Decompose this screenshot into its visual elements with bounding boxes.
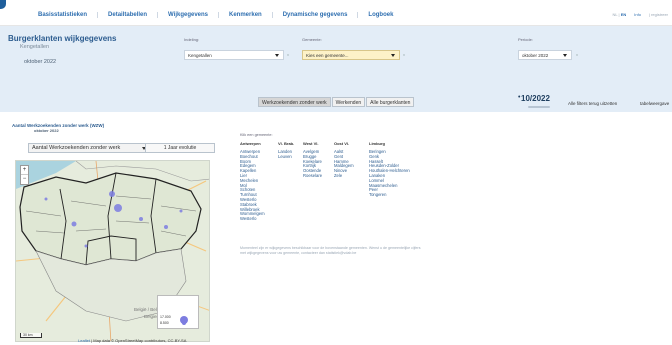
availability-note: Momenteel zijn er wijkgegevens beschikba…: [240, 246, 421, 255]
map[interactable]: België / Belgique / Belgien + − 17.000 8…: [15, 160, 210, 342]
legend-value-high: 17.000: [160, 315, 171, 319]
map-scale: 30 km: [20, 333, 42, 338]
target-group-tabs: Werkzoekenden zonder werk Werkenden Alle…: [258, 97, 415, 107]
lang-nl[interactable]: NL: [612, 12, 617, 17]
map-bubble[interactable]: [44, 197, 48, 201]
province-vlaams-brabant: Vl. Brab. Landen Leuven: [278, 141, 294, 160]
nav-dynamische-gegevens[interactable]: Dynamische gegevens: [273, 12, 359, 18]
province-limburg: Limburg Beringen Genk Hasselt Heusden-Zo…: [369, 141, 410, 198]
page-title: Burgerklanten wijkgegevens: [8, 34, 117, 43]
tab-werkenden[interactable]: Werkenden: [331, 97, 366, 107]
top-navigation: Basisstatistieken Detailtabellen Wijkgeg…: [0, 0, 672, 26]
indeling-value: Kengetallen: [188, 53, 212, 58]
province-heading: Antwerpen: [240, 141, 261, 146]
province-heading: Oost Vl.: [334, 141, 350, 146]
chevron-down-icon: [563, 54, 567, 57]
page-subtitle: Kengetallen: [20, 44, 50, 50]
province-west-vlaanderen: West Vl. Avelgem Brugge Koekelare Kortri…: [303, 141, 322, 179]
tab-alle-burgerklanten[interactable]: Alle burgerklanten: [366, 97, 415, 107]
period-slider[interactable]: [528, 106, 550, 108]
municipality-link[interactable]: Westerlo: [240, 216, 265, 222]
periode-clear-icon[interactable]: x: [576, 52, 578, 57]
municipality-link[interactable]: Roeselare: [303, 173, 322, 179]
filter-panel: Burgerklanten wijkgegevens Kengetallen o…: [0, 26, 672, 112]
province-antwerpen: Antwerpen Antwerpen Boechout Boom Edegem…: [240, 141, 265, 222]
municipality-link[interactable]: Tongeren: [369, 192, 410, 198]
reset-filters-link[interactable]: Alle filters terug uitzetten: [568, 101, 617, 106]
legend-value-low: 8.500: [160, 321, 169, 325]
indeling-select[interactable]: Kengetallen: [184, 50, 284, 60]
selected-period: 10/2022: [521, 94, 550, 103]
table-view-link[interactable]: tabelweergave: [640, 101, 669, 106]
map-attribution: Leaflet | Map data © OpenStreetMap contr…: [78, 338, 186, 343]
map-bubble[interactable]: [179, 209, 183, 213]
municipality-prompt: Klik een gemeente:: [240, 133, 273, 137]
main-menu: Basisstatistieken Detailtabellen Wijkgeg…: [28, 12, 403, 18]
zoom-in-button[interactable]: +: [21, 166, 28, 175]
map-bubble[interactable]: [71, 221, 77, 227]
nav-basisstatistieken[interactable]: Basisstatistieken: [28, 12, 99, 18]
language-switch: NL | EN: [612, 12, 626, 17]
nav-detailtabellen[interactable]: Detailtabellen: [98, 12, 159, 18]
indeling-clear-icon[interactable]: x: [287, 52, 289, 57]
lang-separator: |: [618, 12, 620, 17]
periode-select[interactable]: oktober 2022: [518, 50, 572, 60]
leaflet-link[interactable]: Leaflet: [78, 338, 90, 343]
zoom-out-button[interactable]: −: [21, 175, 28, 184]
province-heading: Limburg: [369, 141, 385, 146]
gemeente-label: Gemeente:: [302, 37, 322, 42]
map-bubble[interactable]: [114, 204, 122, 212]
gemeente-value: Kies een gemeente...: [306, 53, 349, 58]
tab-werkzoekenden[interactable]: Werkzoekenden zonder werk: [258, 97, 331, 107]
evolution-button[interactable]: 1 Jaar evolutie: [145, 143, 215, 153]
indeling-label: Indeling:: [184, 37, 200, 42]
map-bubble[interactable]: [84, 244, 88, 248]
province-heading: Vl. Brab.: [278, 141, 295, 146]
province-heading: West Vl.: [303, 141, 319, 146]
map-legend: 17.000 8.500: [157, 295, 199, 329]
indicator-value: Aantal Werkzoekenden zonder werk: [32, 145, 121, 151]
zoom-control: + −: [20, 165, 29, 185]
periode-label: Periode:: [518, 37, 533, 42]
indicator-select[interactable]: Aantal Werkzoekenden zonder werk: [28, 143, 150, 153]
map-date: oktober 2022: [34, 128, 59, 133]
gemeente-select[interactable]: Kies een gemeente...: [302, 50, 400, 60]
legend-circle-small: [182, 321, 186, 325]
chevron-down-icon: [391, 54, 395, 57]
chevron-down-icon: [275, 54, 279, 57]
map-bubble[interactable]: [109, 191, 115, 197]
attribution-text: | Map data © OpenStreetMap contributors,…: [91, 338, 187, 343]
gemeente-clear-icon[interactable]: x: [403, 52, 405, 57]
nav-logboek[interactable]: Logboek: [358, 12, 403, 18]
info-link[interactable]: Info: [634, 12, 641, 17]
top-right-links: NL | EN Info | registreer: [612, 12, 668, 17]
nav-wijkgegevens[interactable]: Wijkgegevens: [158, 12, 220, 18]
brand-logo[interactable]: [0, 0, 6, 9]
lang-en[interactable]: EN: [621, 12, 627, 17]
map-bubble[interactable]: [164, 225, 168, 229]
province-oost-vlaanderen: Oost Vl. Aalst Gent Hamme Maldegem Ninov…: [334, 141, 354, 179]
map-bubble[interactable]: [139, 217, 143, 221]
municipality-link[interactable]: Zele: [334, 173, 354, 179]
municipality-link[interactable]: Leuven: [278, 154, 294, 160]
periode-value: oktober 2022: [522, 53, 549, 58]
register-link[interactable]: | registreer: [649, 12, 668, 17]
nav-kenmerken[interactable]: Kenmerken: [219, 12, 273, 18]
page-date: oktober 2022: [24, 59, 57, 65]
